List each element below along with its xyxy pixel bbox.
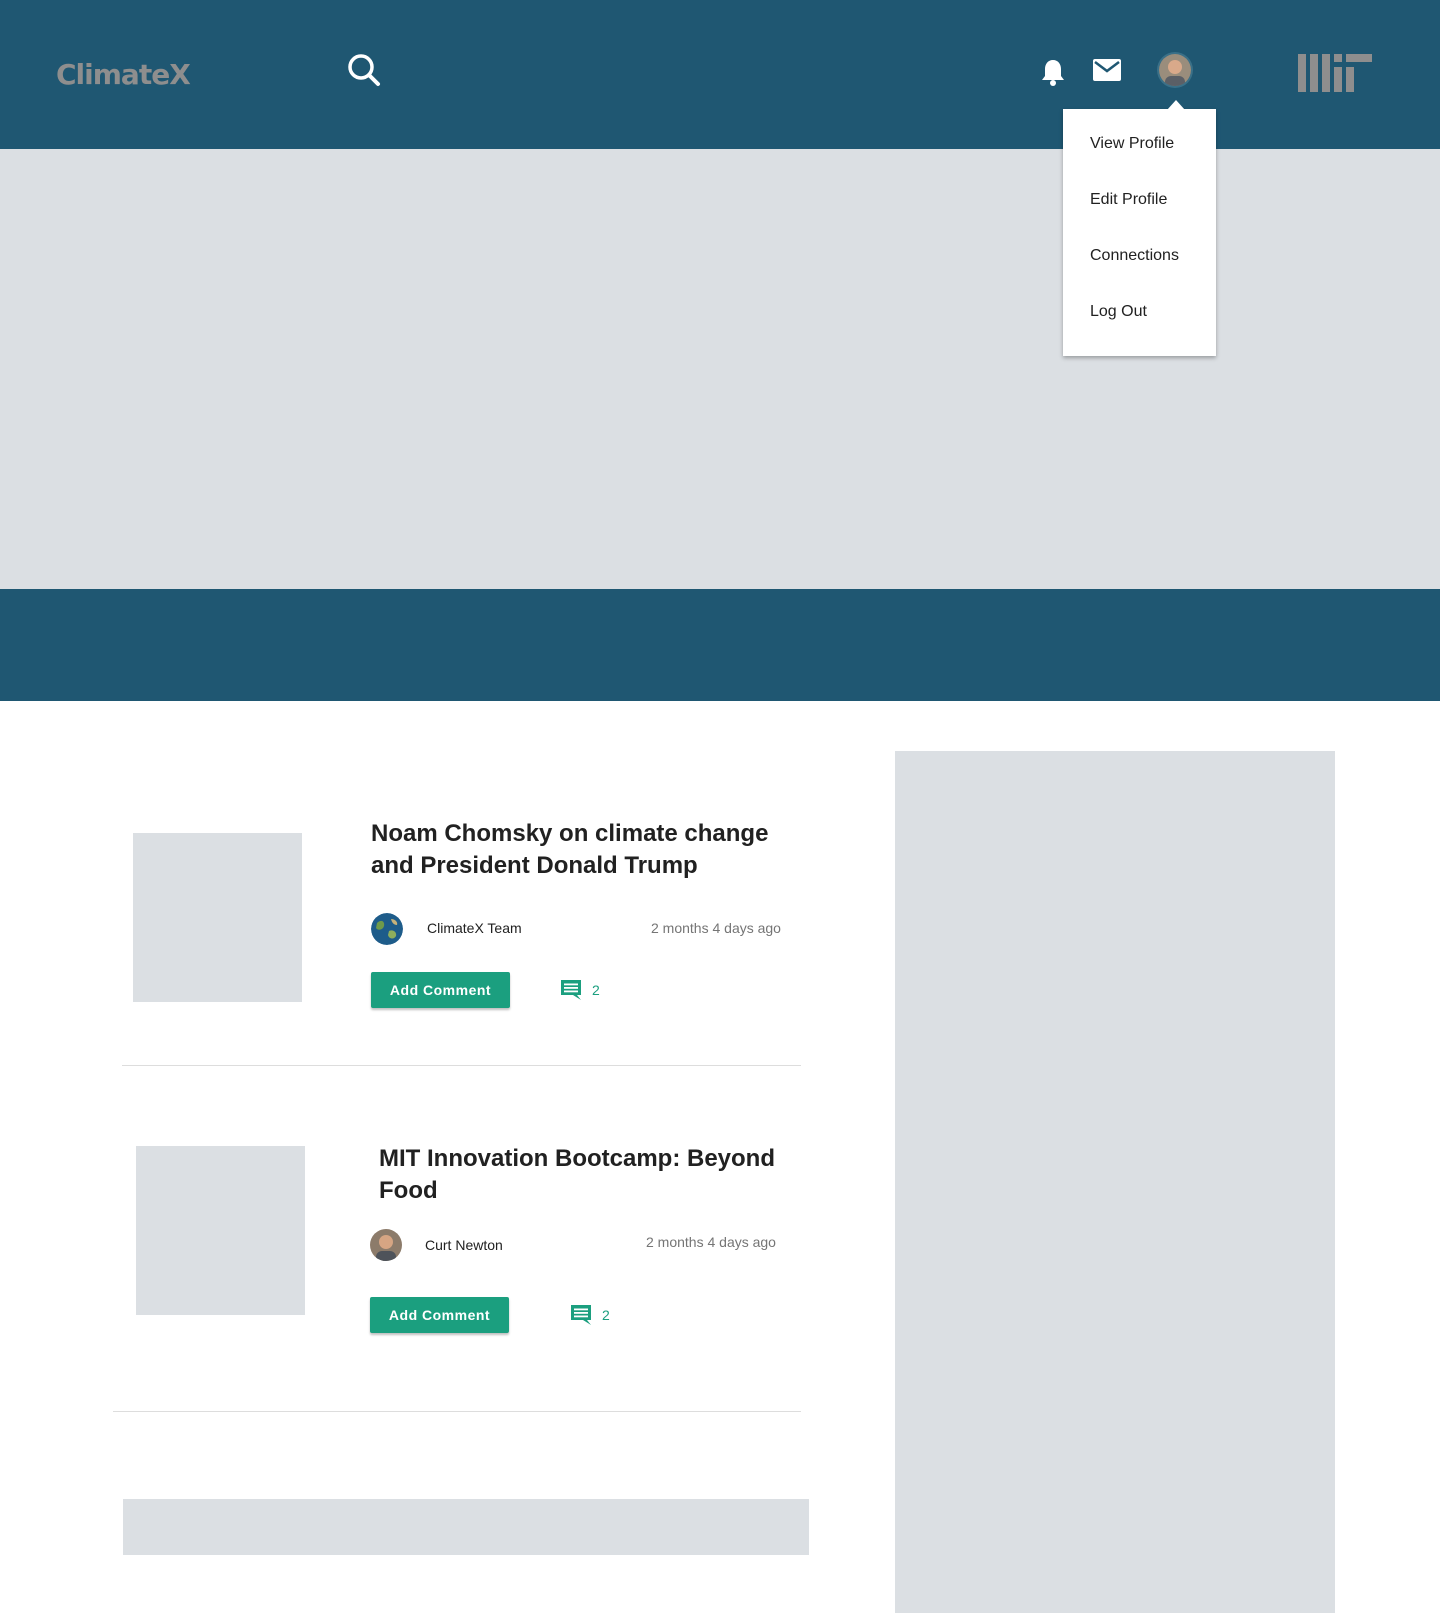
post-divider: [113, 1411, 801, 1412]
load-more-placeholder: [123, 1499, 809, 1555]
menu-item-log-out[interactable]: Log Out: [1090, 303, 1147, 321]
add-comment-button[interactable]: Add Comment: [371, 972, 510, 1008]
add-comment-button[interactable]: Add Comment: [370, 1297, 509, 1333]
post-thumbnail[interactable]: [133, 833, 302, 1002]
post-title[interactable]: MIT Innovation Bootcamp: Beyond Food: [379, 1143, 779, 1207]
comment-icon[interactable]: [570, 1304, 592, 1326]
climatex-logo[interactable]: ClimateX: [56, 58, 191, 91]
post-timestamp: 2 months 4 days ago: [646, 1234, 776, 1250]
user-avatar[interactable]: [1159, 54, 1191, 86]
post-timestamp: 2 months 4 days ago: [651, 920, 781, 936]
mail-icon[interactable]: [1092, 58, 1122, 82]
sidebar-placeholder: [895, 751, 1335, 1613]
search-icon[interactable]: [346, 52, 382, 88]
comment-icon[interactable]: [560, 979, 582, 1001]
section-band: [0, 589, 1440, 701]
author-avatar[interactable]: [371, 913, 403, 945]
profile-dropdown-menu: View Profile Edit Profile Connections Lo…: [1063, 100, 1216, 356]
hero-banner-placeholder: [0, 149, 1440, 589]
post-author[interactable]: Curt Newton: [425, 1237, 503, 1253]
post-title[interactable]: Noam Chomsky on climate change and Presi…: [371, 818, 771, 882]
mit-logo[interactable]: [1298, 54, 1372, 92]
comment-count[interactable]: 2: [602, 1307, 610, 1323]
post-divider: [122, 1065, 801, 1066]
bell-icon[interactable]: [1040, 58, 1066, 86]
author-avatar[interactable]: [370, 1229, 402, 1261]
comment-count[interactable]: 2: [592, 982, 600, 998]
menu-item-view-profile[interactable]: View Profile: [1090, 135, 1174, 153]
menu-item-edit-profile[interactable]: Edit Profile: [1090, 191, 1167, 209]
menu-item-connections[interactable]: Connections: [1090, 247, 1179, 265]
top-nav-bar: ClimateX: [0, 0, 1440, 149]
post-thumbnail[interactable]: [136, 1146, 305, 1315]
post-author[interactable]: ClimateX Team: [427, 920, 522, 936]
